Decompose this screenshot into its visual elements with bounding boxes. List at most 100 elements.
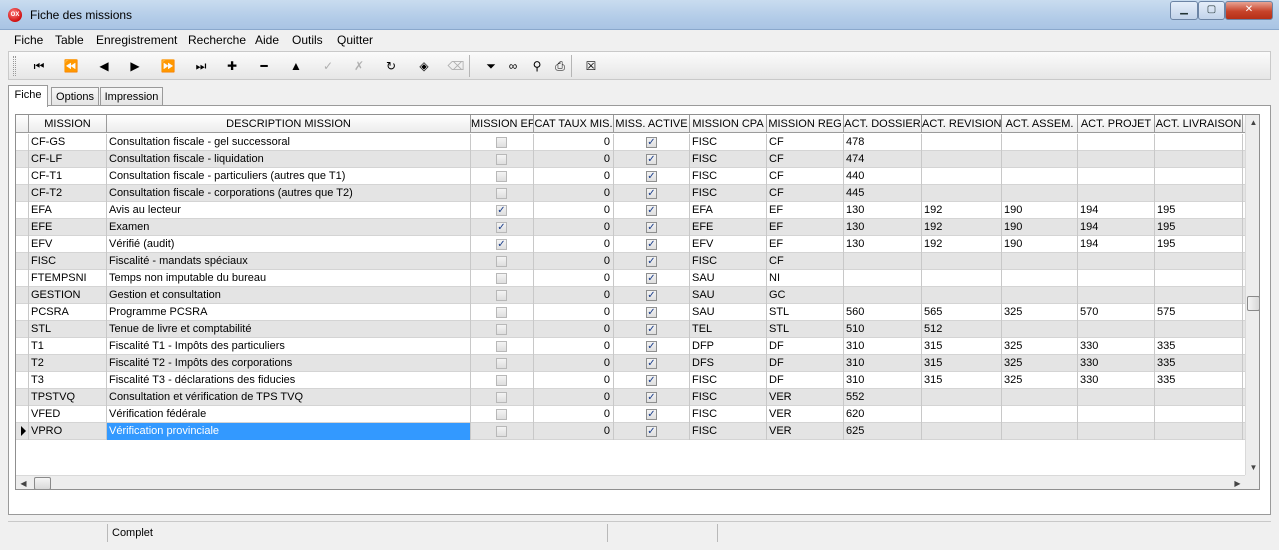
cell-mission-cpa[interactable]: FISC xyxy=(690,185,767,202)
cell-description[interactable]: Vérifié (audit) xyxy=(107,236,471,253)
cell-act-dossier[interactable]: 130 xyxy=(844,202,922,219)
cell-act-dossier[interactable]: 130 xyxy=(844,219,922,236)
close-window-button[interactable]: ✕ xyxy=(1225,1,1273,20)
print-icon[interactable]: ⎙ xyxy=(549,55,571,77)
cell-act-livraison[interactable] xyxy=(1155,321,1243,338)
cell-act-projet[interactable] xyxy=(1078,168,1155,185)
cell-cat-taux[interactable]: 0 xyxy=(534,287,614,304)
cell-act-revision[interactable] xyxy=(922,185,1002,202)
row-indicator[interactable] xyxy=(16,185,29,202)
checkbox[interactable]: ✓ xyxy=(646,324,657,335)
cell-act-projet[interactable] xyxy=(1078,185,1155,202)
add-record-icon[interactable]: ✚ xyxy=(221,55,243,77)
vertical-scrollbar[interactable]: ▲ ▼ xyxy=(1245,115,1259,475)
cell-mission-cpa[interactable]: TEL xyxy=(690,321,767,338)
cell-act-dossier[interactable]: 552 xyxy=(844,389,922,406)
table-row[interactable]: VFED Vérification fédérale 0 ✓ FISC VER 620 xyxy=(16,406,1245,423)
cell-mission-reg[interactable]: GC xyxy=(767,287,844,304)
first-record-icon[interactable]: ⏮ xyxy=(28,55,50,77)
checkbox[interactable]: ✓ xyxy=(646,154,657,165)
cell-act-projet[interactable] xyxy=(1078,321,1155,338)
find-binoculars-icon[interactable]: ∞ xyxy=(502,55,524,77)
cell-act-livraison[interactable] xyxy=(1155,253,1243,270)
cell-mission[interactable]: STL xyxy=(29,321,107,338)
table-row[interactable]: PCSRA Programme PCSRA 0 ✓ SAU STL 560 565 325 570… xyxy=(16,304,1245,321)
cell-act-projet[interactable]: 330 xyxy=(1078,372,1155,389)
cell-act-livraison[interactable] xyxy=(1155,406,1243,423)
menu-quitter[interactable]: Quitter xyxy=(337,33,373,47)
cell-cat-taux[interactable]: 0 xyxy=(534,185,614,202)
cell-mission[interactable]: CF-T1 xyxy=(29,168,107,185)
cell-act-livraison[interactable]: 335 xyxy=(1155,338,1243,355)
checkbox[interactable]: ✓ xyxy=(646,205,657,216)
header-mission-ef[interactable]: MISSION EF xyxy=(471,115,534,133)
checkbox[interactable]: ✓ xyxy=(496,205,507,216)
cell-cat-taux[interactable]: 0 xyxy=(534,168,614,185)
header-act-livraison[interactable]: ACT. LIVRAISON xyxy=(1155,115,1243,133)
cell-miss-active[interactable]: ✓ xyxy=(614,134,690,151)
cell-act-dossier[interactable]: 620 xyxy=(844,406,922,423)
cell-mission[interactable]: VPRO xyxy=(29,423,107,440)
cell-mission-reg[interactable]: VER xyxy=(767,423,844,440)
table-row[interactable]: CF-T2 Consultation fiscale - corporations… xyxy=(16,185,1245,202)
cell-act-projet[interactable] xyxy=(1078,406,1155,423)
cell-miss-active[interactable]: ✓ xyxy=(614,236,690,253)
checkbox[interactable] xyxy=(496,137,507,148)
row-indicator[interactable] xyxy=(16,406,29,423)
cell-mission-cpa[interactable]: FISC xyxy=(690,168,767,185)
cell-act-assem[interactable]: 190 xyxy=(1002,219,1078,236)
cell-miss-active[interactable]: ✓ xyxy=(614,389,690,406)
cell-act-livraison[interactable] xyxy=(1155,287,1243,304)
cell-cat-taux[interactable]: 0 xyxy=(534,270,614,287)
checkbox[interactable] xyxy=(496,256,507,267)
header-mission-reg[interactable]: MISSION REG xyxy=(767,115,844,133)
checkbox[interactable]: ✓ xyxy=(646,409,657,420)
row-indicator[interactable] xyxy=(16,304,29,321)
cell-act-dossier[interactable] xyxy=(844,270,922,287)
cell-act-livraison[interactable] xyxy=(1155,134,1243,151)
cell-act-revision[interactable]: 315 xyxy=(922,372,1002,389)
header-act-revision[interactable]: ACT. REVISION xyxy=(922,115,1002,133)
cell-mission-reg[interactable]: EF xyxy=(767,236,844,253)
cell-act-dossier[interactable]: 560 xyxy=(844,304,922,321)
cell-act-dossier[interactable] xyxy=(844,253,922,270)
cell-mission-reg[interactable]: EF xyxy=(767,219,844,236)
cell-cat-taux[interactable]: 0 xyxy=(534,134,614,151)
row-indicator[interactable] xyxy=(16,423,29,440)
prev-page-icon[interactable]: ⏪ xyxy=(60,55,82,77)
cell-miss-active[interactable]: ✓ xyxy=(614,151,690,168)
cell-mission-cpa[interactable]: SAU xyxy=(690,270,767,287)
cell-act-livraison[interactable] xyxy=(1155,185,1243,202)
table-row[interactable]: VPRO Vérification provinciale 0 ✓ FISC VER 625 xyxy=(16,423,1245,440)
checkbox[interactable] xyxy=(496,375,507,386)
cell-act-assem[interactable]: 325 xyxy=(1002,338,1078,355)
checkbox[interactable]: ✓ xyxy=(646,290,657,301)
header-act-projet[interactable]: ACT. PROJET xyxy=(1078,115,1155,133)
cell-cat-taux[interactable]: 0 xyxy=(534,406,614,423)
cell-description[interactable]: Avis au lecteur xyxy=(107,202,471,219)
refresh-icon[interactable]: ↻ xyxy=(380,55,402,77)
table-row[interactable]: T2 Fiscalité T2 - Impôts des corporations… xyxy=(16,355,1245,372)
cell-mission[interactable]: CF-GS xyxy=(29,134,107,151)
header-miss-active[interactable]: MISS. ACTIVE xyxy=(614,115,690,133)
cell-mission-ef[interactable] xyxy=(471,355,534,372)
checkbox[interactable]: ✓ xyxy=(646,341,657,352)
cell-mission[interactable]: EFA xyxy=(29,202,107,219)
table-row[interactable]: FTEMPSNI Temps non imputable du bureau 0 ✓ S… xyxy=(16,270,1245,287)
delete-record-icon[interactable]: ━ xyxy=(253,55,275,77)
filter-icon[interactable]: ⏷ xyxy=(480,55,502,77)
cell-cat-taux[interactable]: 0 xyxy=(534,236,614,253)
cell-mission[interactable]: EFV xyxy=(29,236,107,253)
cell-act-dossier[interactable]: 310 xyxy=(844,372,922,389)
cell-mission-ef[interactable] xyxy=(471,134,534,151)
scroll-up-arrow-icon[interactable]: ▲ xyxy=(1246,115,1259,130)
cell-act-revision[interactable] xyxy=(922,406,1002,423)
cell-act-assem[interactable]: 325 xyxy=(1002,304,1078,321)
title-bar[interactable]: OX Fiche des missions ▁ ▢ ✕ xyxy=(0,0,1279,30)
cell-act-revision[interactable] xyxy=(922,423,1002,440)
table-row[interactable]: GESTION Gestion et consultation 0 ✓ SAU GC xyxy=(16,287,1245,304)
vertical-scroll-thumb[interactable] xyxy=(1247,296,1259,311)
cell-mission-reg[interactable]: CF xyxy=(767,168,844,185)
checkbox[interactable] xyxy=(496,341,507,352)
cell-act-revision[interactable] xyxy=(922,151,1002,168)
